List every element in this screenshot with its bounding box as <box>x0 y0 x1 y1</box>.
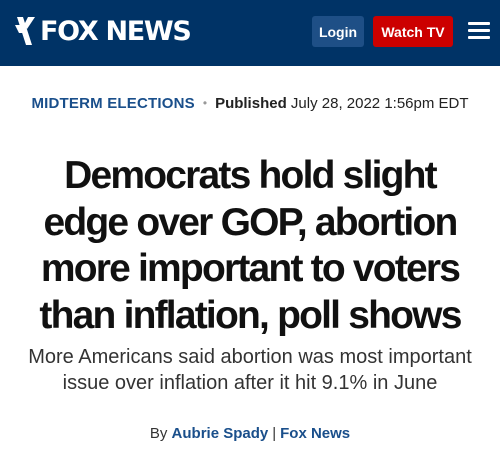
article-subheadline: More Americans said abortion was most im… <box>28 346 472 394</box>
published-label: Published <box>215 95 287 112</box>
byline-prefix: By <box>149 425 168 442</box>
outlet-link[interactable]: Fox News <box>280 425 350 442</box>
published-date: July 28, 2022 1:56pm EDT <box>290 95 469 112</box>
category-link[interactable]: MIDTERM ELECTIONS <box>31 95 194 112</box>
hamburger-menu-icon[interactable] <box>468 22 490 40</box>
byline-separator: | <box>272 425 277 442</box>
byline: By Aubrie Spady | Fox News <box>0 425 500 442</box>
logo-text: FOX NEWS <box>40 15 192 47</box>
fox-logo-mark-icon <box>15 17 35 45</box>
article-headline: Democrats hold slight edge over GOP, abo… <box>39 154 462 337</box>
meta-separator: • <box>202 96 208 110</box>
site-header: FOX NEWS Login Watch TV <box>0 0 500 66</box>
author-link[interactable]: Aubrie Spady <box>172 425 269 442</box>
article-meta: MIDTERM ELECTIONS • Published July 28, 202… <box>0 95 500 112</box>
fox-news-logo[interactable]: FOX NEWS <box>14 11 192 51</box>
watch-tv-button[interactable]: Watch TV <box>373 16 453 47</box>
login-button[interactable]: Login <box>312 16 364 47</box>
